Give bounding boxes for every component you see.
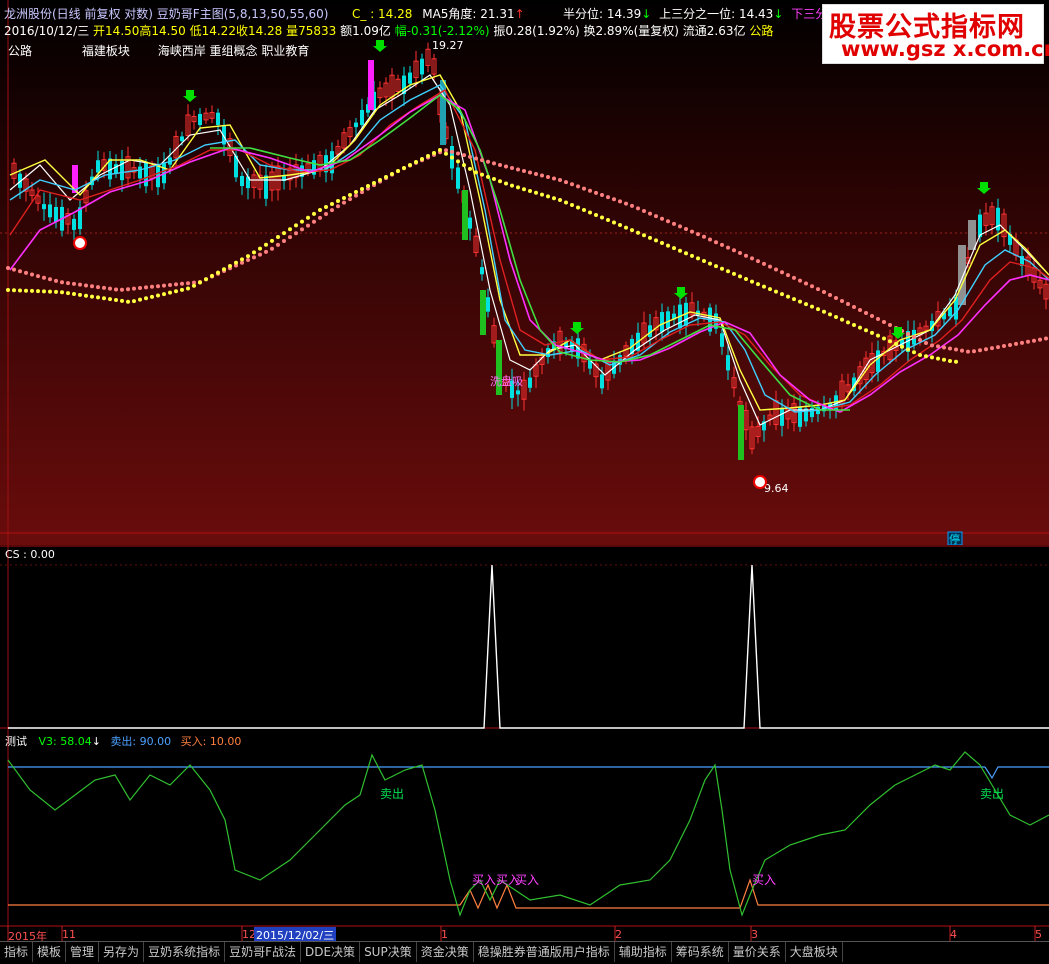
quote-close: 收14.28 bbox=[235, 24, 283, 38]
tab-auxiliary[interactable]: 辅助指标 bbox=[615, 942, 672, 962]
test-indicator-panel[interactable]: 卖出 卖出买入 买入买入 买入 bbox=[0, 730, 1049, 941]
buy-signal-label: 买入 bbox=[752, 873, 776, 887]
sell-signal-label: 卖出 bbox=[380, 787, 404, 801]
cs-indicator-panel[interactable] bbox=[0, 545, 1049, 730]
main-chart[interactable]: 19.27 9.64 洗盘吸 停 bbox=[0, 0, 1049, 545]
chart-title: 龙洲股份(日线 前复权 对数) 豆奶哥F主图(5,8,13,50,55,60) bbox=[4, 7, 329, 21]
low-price-label: 9.64 bbox=[764, 482, 789, 495]
concept-tag[interactable]: 公路 bbox=[8, 44, 32, 58]
quote-change: 幅-0.31(-2.12%) bbox=[394, 24, 490, 38]
tab-indicator[interactable]: 指标 bbox=[0, 942, 34, 962]
concept-tag[interactable]: 福建板块 bbox=[82, 44, 130, 58]
quote-turnover: 换2.89%(量复权) bbox=[583, 24, 679, 38]
tab-system-indicator[interactable]: 豆奶系统指标 bbox=[144, 942, 226, 962]
tab-manage[interactable]: 管理 bbox=[66, 942, 100, 962]
quote-amplitude: 振0.28(1.92%) bbox=[493, 24, 580, 38]
quote-open: 开14.50 bbox=[93, 24, 140, 38]
time-axis-label: 2 bbox=[615, 928, 622, 941]
arrow-down-icon: ↓ bbox=[641, 7, 652, 21]
quote-high: 高14.50 bbox=[139, 24, 186, 38]
quote-date: 2016/10/12/三 bbox=[4, 24, 90, 38]
v3-value: V3: 58.04 bbox=[38, 735, 92, 748]
wash-annotation: 洗盘吸 bbox=[490, 374, 523, 388]
test-name: 测试 bbox=[5, 735, 27, 748]
cs-value: CS : 0.00 bbox=[5, 548, 55, 561]
time-axis-label: 1 bbox=[441, 928, 448, 941]
tab-dde[interactable]: DDE决策 bbox=[301, 942, 361, 962]
sell-signal-label: 卖出 bbox=[980, 787, 1004, 801]
buy-marker-icon bbox=[73, 236, 87, 250]
time-axis-label: 4 bbox=[950, 928, 957, 941]
tab-chips[interactable]: 筹码系统 bbox=[672, 942, 729, 962]
site-watermark: 股票公式指标网 www.gsz x.com.cn bbox=[822, 4, 1049, 64]
watermark-url: www.gsz x.com.cn bbox=[841, 37, 1049, 61]
arrow-up-icon: ↑ bbox=[514, 7, 525, 21]
half-position: 半分位: 14.39 bbox=[563, 7, 642, 21]
buy-marker-icon bbox=[753, 475, 767, 489]
tab-user-indicator[interactable]: 稳操胜券普通版用户指标 bbox=[474, 942, 615, 962]
tab-sup[interactable]: SUP决策 bbox=[360, 942, 417, 962]
stop-badge-label: 停 bbox=[949, 532, 960, 545]
tab-volume-price[interactable]: 量价关系 bbox=[729, 942, 786, 962]
buy-value: 买入: 10.00 bbox=[180, 735, 242, 748]
sell-value: 卖出: 90.00 bbox=[110, 735, 172, 748]
quote-float: 流通2.63亿 bbox=[682, 24, 746, 38]
tab-template[interactable]: 模板 bbox=[33, 942, 67, 962]
tab-f-strategy[interactable]: 豆奶哥F战法 bbox=[225, 942, 301, 962]
quote-volume: 量75833 bbox=[286, 24, 337, 38]
time-axis-label: 3 bbox=[751, 928, 758, 941]
quote-amount: 额1.09亿 bbox=[340, 24, 391, 38]
time-axis-label: 11 bbox=[62, 928, 76, 941]
tab-market-sector[interactable]: 大盘板块 bbox=[786, 942, 843, 962]
tab-save-as[interactable]: 另存为 bbox=[99, 942, 145, 962]
buy-signal-label: 买入 bbox=[472, 873, 496, 887]
time-axis-label: 5 bbox=[1035, 928, 1042, 941]
upper-third-position: 上三分之一位: 14.43 bbox=[659, 7, 774, 21]
arrow-down-icon: ↓ bbox=[91, 735, 101, 748]
high-price-label: 19.27 bbox=[432, 39, 464, 52]
buy-signal-label: 买入 bbox=[515, 873, 539, 887]
ma5-angle: MA5角度: 21.31 bbox=[422, 7, 515, 21]
indicator-tab-bar: 指标 模板 管理 另存为 豆奶系统指标 豆奶哥F战法 DDE决策 SUP决策 资… bbox=[0, 941, 1049, 964]
quote-sector: 公路 bbox=[749, 24, 774, 38]
arrow-down-icon: ↓ bbox=[773, 7, 784, 21]
quote-low: 低14.22 bbox=[189, 24, 236, 38]
tab-fund[interactable]: 资金决策 bbox=[417, 942, 474, 962]
c-value: C_ : 14.28 bbox=[352, 7, 413, 21]
concept-tag[interactable]: 海峡西岸 重组概念 职业教育 bbox=[158, 44, 310, 58]
